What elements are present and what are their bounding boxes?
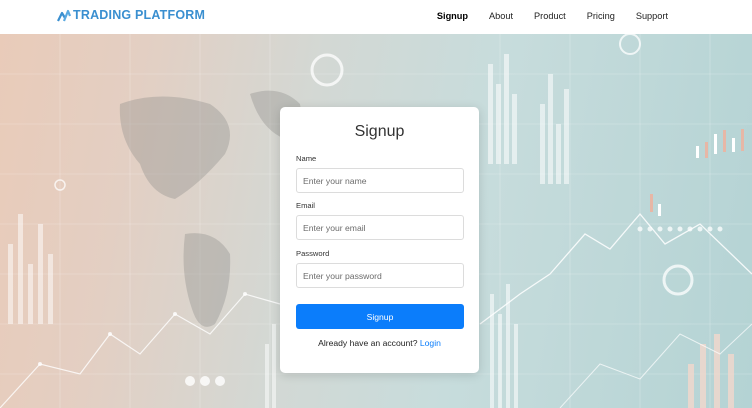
name-label: Name (296, 154, 317, 163)
brand-logo[interactable]: TRADING PLATFORM (57, 8, 205, 22)
chart-logo-icon (57, 9, 71, 22)
login-link[interactable]: Login (420, 338, 441, 348)
password-label: Password (296, 249, 330, 258)
signup-title: Signup (354, 123, 405, 140)
login-prompt-text: Already have an account? (318, 338, 418, 348)
login-prompt: Already have an account? Login (280, 338, 479, 348)
password-input[interactable] (296, 263, 464, 288)
nav-link-support[interactable]: Support (636, 10, 668, 22)
email-label: Email (296, 201, 315, 210)
top-navbar: TRADING PLATFORM Signup About Product Pr… (0, 0, 752, 34)
nav-link-product[interactable]: Product (534, 10, 566, 22)
nav-link-signup[interactable]: Signup (437, 10, 468, 22)
nav-link-about[interactable]: About (489, 10, 513, 22)
main-nav: Signup About Product Pricing Support (416, 10, 668, 22)
email-input[interactable] (296, 215, 464, 240)
signup-card: Signup Name Email Password Signup Alread… (280, 107, 479, 373)
signup-button[interactable]: Signup (296, 304, 464, 329)
name-input[interactable] (296, 168, 464, 193)
brand-name: TRADING PLATFORM (73, 8, 206, 22)
nav-link-pricing[interactable]: Pricing (587, 10, 615, 22)
